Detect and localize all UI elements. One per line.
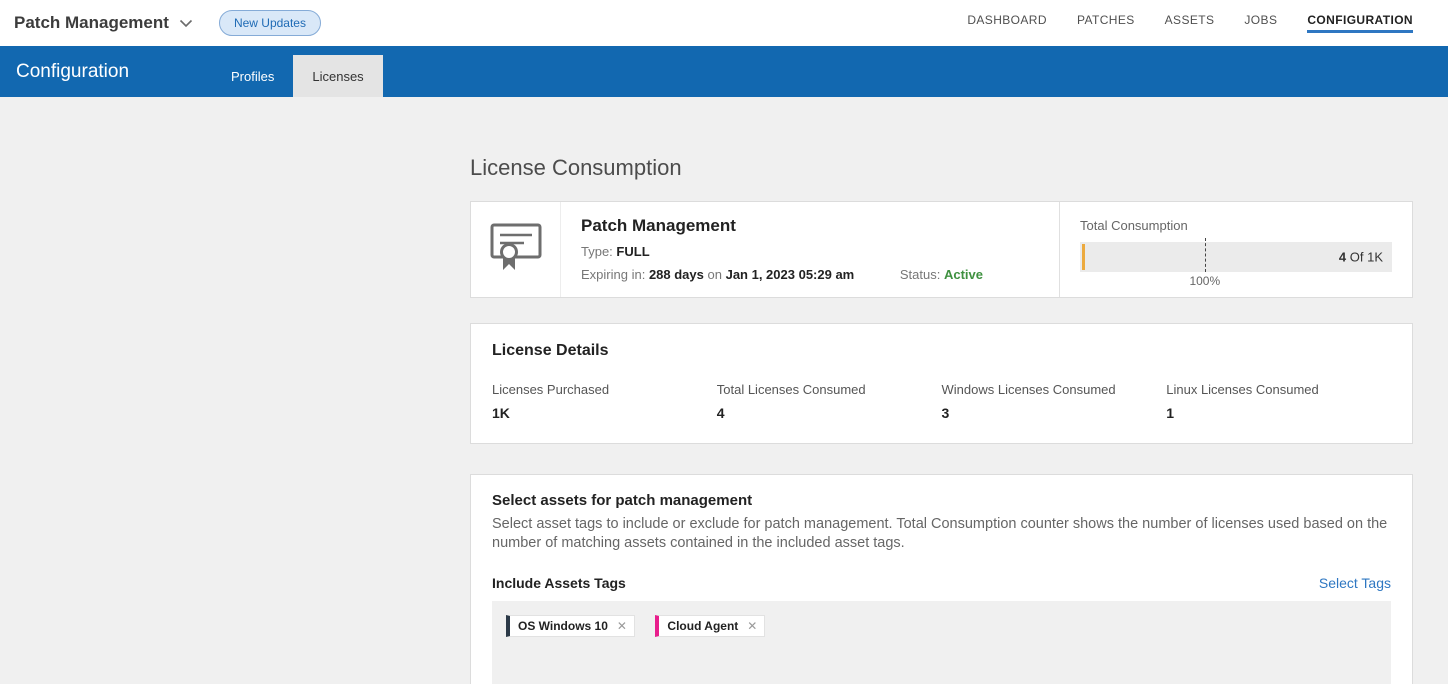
included-tags-box: OS Windows 10 ✕ Cloud Agent ✕ — [492, 601, 1391, 684]
stat-value: 1K — [492, 405, 717, 421]
tag-remove-icon[interactable]: ✕ — [747, 619, 757, 633]
consumption-used-marker — [1082, 244, 1085, 270]
license-status-value: Active — [944, 267, 983, 282]
new-updates-button[interactable]: New Updates — [219, 10, 321, 36]
app-switcher[interactable]: Patch Management — [14, 13, 193, 33]
license-type-value: FULL — [616, 244, 649, 259]
top-bar: Patch Management New Updates DASHBOARD P… — [0, 0, 1448, 46]
expiring-label: Expiring in: — [581, 267, 645, 282]
nav-item-dashboard[interactable]: DASHBOARD — [967, 13, 1047, 33]
consumption-used-count: 4 — [1339, 250, 1346, 265]
tag-remove-icon[interactable]: ✕ — [617, 619, 627, 633]
asset-tag-label: Cloud Agent — [667, 619, 738, 633]
license-certificate-icon — [490, 223, 542, 276]
page-title: License Consumption — [470, 155, 1413, 181]
asset-selection-title: Select assets for patch management — [492, 492, 1391, 509]
license-icon-cell — [471, 202, 561, 297]
stat-windows-consumed: Windows Licenses Consumed 3 — [942, 382, 1167, 421]
stat-total-consumed: Total Licenses Consumed 4 — [717, 382, 942, 421]
consumption-value: 4 Of 1K — [1339, 250, 1383, 265]
stat-value: 4 — [717, 405, 942, 421]
license-details-title: License Details — [492, 342, 1391, 360]
tab-licenses[interactable]: Licenses — [293, 55, 382, 97]
chevron-down-icon — [179, 19, 193, 28]
include-tags-label: Include Assets Tags — [492, 575, 626, 591]
expiring-days: 288 days — [649, 267, 704, 282]
consumption-percent-label: 100% — [1189, 274, 1220, 288]
stat-value: 1 — [1166, 405, 1391, 421]
stat-label: Total Licenses Consumed — [717, 382, 942, 397]
license-summary-card: Patch Management Type: FULL Expiring in:… — [470, 201, 1413, 298]
asset-selection-card: Select assets for patch management Selec… — [470, 474, 1413, 684]
license-details-card: License Details Licenses Purchased 1K To… — [470, 323, 1413, 444]
stat-label: Windows Licenses Consumed — [942, 382, 1167, 397]
license-expiry-row: Expiring in: 288 days on Jan 1, 2023 05:… — [581, 267, 1039, 282]
consumption-limit-marker — [1205, 238, 1206, 272]
consumption-progress-bar: 4 Of 1K — [1080, 242, 1392, 272]
main-content: License Consumption Patch Management Typ… — [0, 155, 1448, 684]
stat-linux-consumed: Linux Licenses Consumed 1 — [1166, 382, 1391, 421]
license-stats: Licenses Purchased 1K Total Licenses Con… — [492, 382, 1391, 421]
stat-value: 3 — [942, 405, 1167, 421]
app-title: Patch Management — [14, 13, 169, 33]
section-tabs: Profiles Licenses — [212, 46, 383, 97]
asset-selection-description: Select asset tags to include or exclude … — [492, 515, 1391, 553]
nav-item-jobs[interactable]: JOBS — [1244, 13, 1277, 33]
asset-tag: Cloud Agent ✕ — [655, 615, 765, 637]
expiring-date: Jan 1, 2023 05:29 am — [726, 267, 855, 282]
nav-item-configuration[interactable]: CONFIGURATION — [1307, 13, 1413, 33]
license-type-label: Type: — [581, 244, 613, 259]
asset-tag-label: OS Windows 10 — [518, 619, 608, 633]
section-header: Configuration Profiles Licenses — [0, 46, 1448, 97]
tab-profiles[interactable]: Profiles — [212, 55, 293, 97]
total-consumption-label: Total Consumption — [1080, 218, 1392, 233]
license-name: Patch Management — [581, 216, 1039, 236]
nav-item-assets[interactable]: ASSETS — [1165, 13, 1215, 33]
license-type-row: Type: FULL — [581, 244, 1039, 259]
section-title: Configuration — [16, 61, 212, 83]
total-consumption-panel: Total Consumption 4 Of 1K 100% — [1059, 202, 1412, 297]
stat-label: Licenses Purchased — [492, 382, 717, 397]
stat-licenses-purchased: Licenses Purchased 1K — [492, 382, 717, 421]
expiring-conjunction: on — [708, 267, 722, 282]
include-tags-row: Include Assets Tags Select Tags — [492, 575, 1391, 591]
consumption-percent-row: 100% — [1080, 274, 1392, 290]
license-info: Patch Management Type: FULL Expiring in:… — [561, 202, 1059, 297]
stat-label: Linux Licenses Consumed — [1166, 382, 1391, 397]
asset-tag: OS Windows 10 ✕ — [506, 615, 635, 637]
license-status-label: Status: — [900, 267, 940, 282]
consumption-total-text: Of 1K — [1350, 250, 1383, 265]
nav-item-patches[interactable]: PATCHES — [1077, 13, 1135, 33]
top-navigation: DASHBOARD PATCHES ASSETS JOBS CONFIGURAT… — [967, 13, 1413, 33]
select-tags-link[interactable]: Select Tags — [1319, 575, 1391, 591]
